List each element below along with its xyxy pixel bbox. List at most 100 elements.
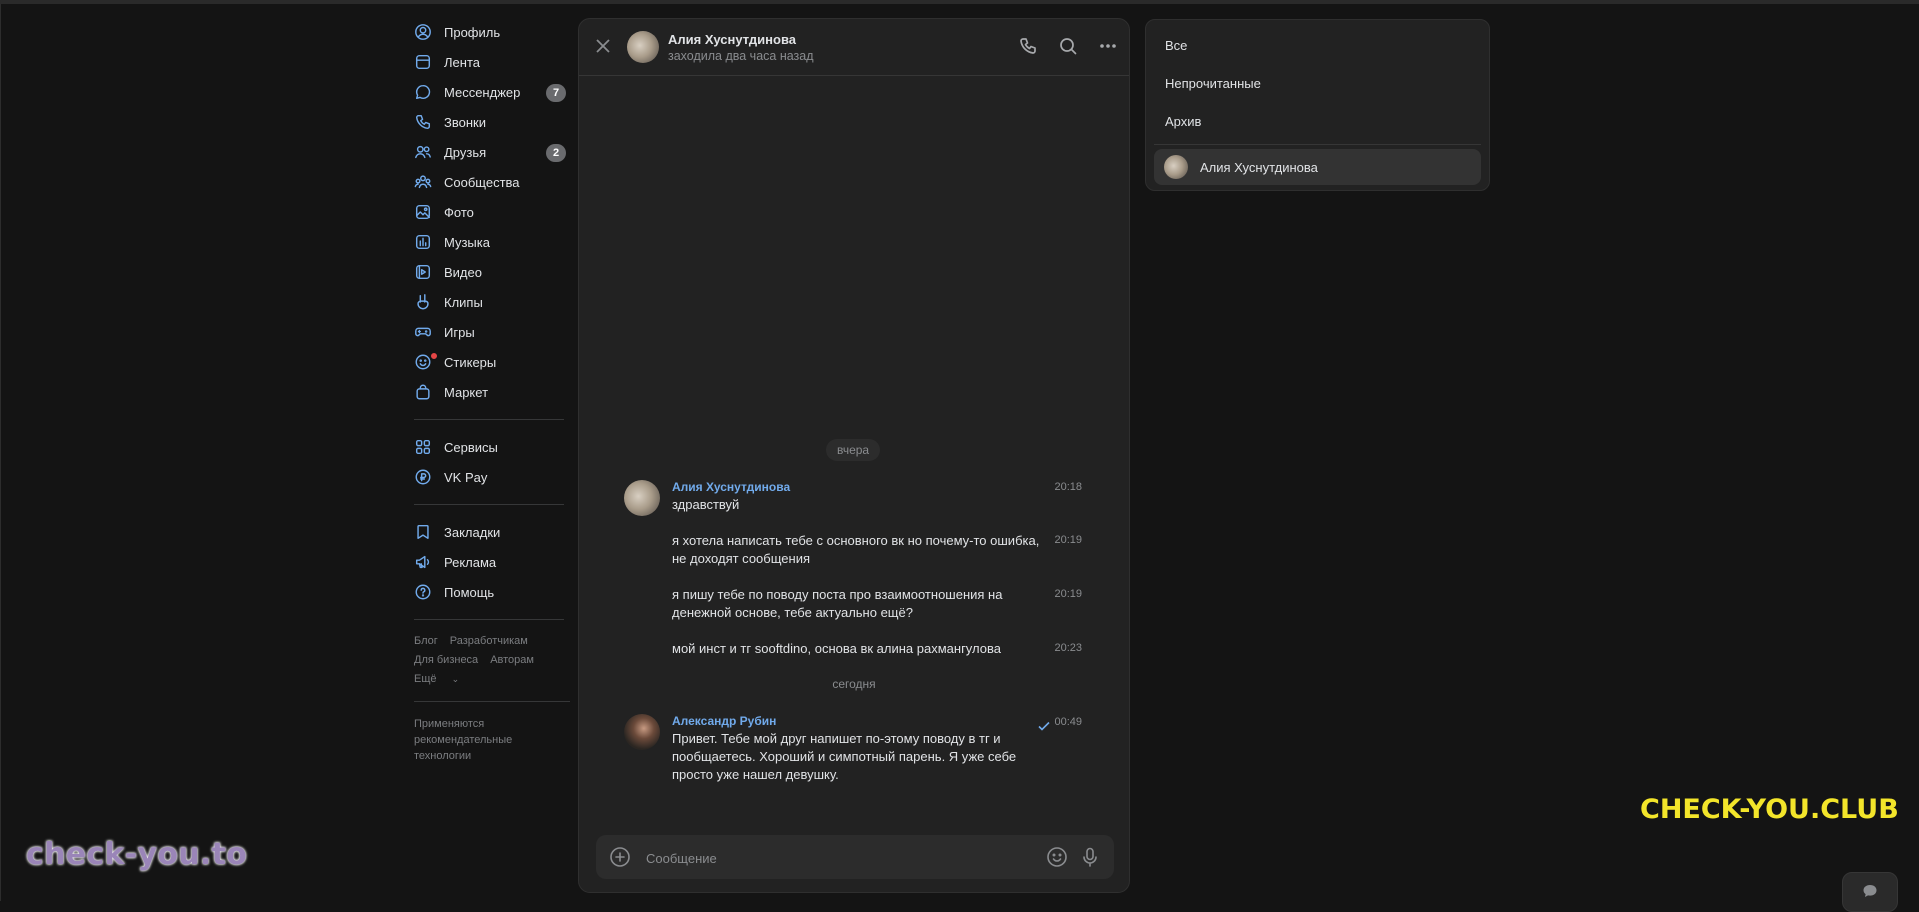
filter-unread[interactable]: Непрочитанные	[1165, 76, 1261, 91]
sidebar-item-vkpay[interactable]: VK Pay	[414, 462, 574, 492]
date-separator-yesterday: вчера	[826, 439, 881, 461]
more-options-button[interactable]	[1097, 35, 1119, 57]
help-icon	[414, 583, 432, 601]
sender-avatar[interactable]	[624, 480, 660, 516]
chat-bubble-icon	[1863, 885, 1877, 897]
message-input[interactable]	[644, 835, 1038, 881]
message-text: я пишу тебе по поводу поста про взаимоот…	[672, 587, 1003, 620]
footer-link-developers[interactable]: Разработчикам	[450, 635, 528, 647]
phone-icon	[414, 113, 432, 131]
communities-icon	[414, 173, 432, 191]
sidebar-item-games[interactable]: Игры	[414, 317, 574, 347]
phone-icon	[1020, 38, 1036, 54]
sidebar-item-label: Сервисы	[444, 439, 498, 455]
message-time: 20:19	[1054, 534, 1082, 546]
sidebar-item-music[interactable]: Музыка	[414, 227, 574, 257]
close-chat-button[interactable]	[593, 36, 613, 56]
footer-link-more[interactable]: Ещё ⌄	[414, 673, 471, 685]
contact-name[interactable]: Алия Хуснутдинова	[668, 32, 796, 47]
sender-avatar[interactable]	[624, 714, 660, 750]
feed-icon	[414, 53, 432, 71]
chat-widget-button[interactable]	[1842, 872, 1898, 912]
voice-message-button[interactable]	[1079, 846, 1101, 868]
smile-icon	[1047, 847, 1067, 867]
shopping-bag-icon	[414, 383, 432, 401]
message-time: 20:19	[1054, 588, 1082, 600]
sidebar-item-messenger[interactable]: Мессенджер 7	[414, 77, 574, 107]
active-conversation-item[interactable]: Алия Хуснутдинова	[1154, 149, 1481, 185]
message-sender-name[interactable]: Алия Хуснутдинова	[672, 480, 790, 494]
message-time: 20:23	[1054, 642, 1082, 654]
sidebar-item-profile[interactable]: Профиль	[414, 17, 574, 47]
message-sender-name[interactable]: Александр Рубин	[672, 714, 776, 728]
sidebar-item-label: Мессенджер	[444, 84, 521, 100]
sidebar-item-video[interactable]: Видео	[414, 257, 574, 287]
sidebar-separator	[414, 619, 564, 620]
footer-link-business[interactable]: Для бизнеса	[414, 654, 478, 666]
conversation-name: Алия Хуснутдинова	[1200, 159, 1318, 175]
attach-button[interactable]	[609, 846, 631, 868]
new-stickers-dot	[430, 352, 438, 360]
music-icon	[414, 233, 432, 251]
sidebar-item-label: Звонки	[444, 114, 486, 130]
megaphone-icon	[414, 553, 432, 571]
emoji-button[interactable]	[1046, 846, 1068, 868]
friends-request-badge: 2	[546, 144, 566, 162]
message-time: 20:18	[1054, 481, 1082, 493]
sidebar-item-label: Стикеры	[444, 354, 497, 370]
sidebar-item-label: Игры	[444, 324, 475, 340]
filter-archive[interactable]: Архив	[1165, 114, 1201, 129]
filter-all[interactable]: Все	[1165, 38, 1187, 53]
footer-link-authors[interactable]: Авторам	[490, 654, 534, 666]
message-time: 00:49	[1054, 716, 1082, 728]
microphone-icon	[1083, 847, 1097, 867]
sidebar-item-label: Друзья	[444, 144, 487, 160]
recommendation-tech-note[interactable]: Применяются рекомендательные технологии	[414, 716, 544, 764]
top-bar	[0, 0, 1919, 4]
footer-separator	[414, 701, 570, 702]
sidebar-item-label: Реклама	[444, 554, 497, 570]
search-in-chat-button[interactable]	[1057, 35, 1079, 57]
sidebar-item-label: Закладки	[444, 524, 501, 540]
call-button[interactable]	[1017, 35, 1039, 57]
contact-avatar[interactable]	[627, 31, 659, 63]
search-icon	[1060, 38, 1077, 55]
message-text: я хотела написать тебе с основного вк но…	[672, 533, 1040, 566]
sidebar-item-help[interactable]: Помощь	[414, 577, 574, 607]
sidebar-item-calls[interactable]: Звонки	[414, 107, 574, 137]
video-icon	[414, 263, 432, 281]
conversation-avatar	[1164, 155, 1188, 179]
plus-circle-icon	[610, 847, 630, 867]
footer-link-blog[interactable]: Блог	[414, 635, 438, 647]
sidebar-item-feed[interactable]: Лента	[414, 47, 574, 77]
more-dots-icon	[1100, 44, 1116, 48]
sidebar-item-bookmarks[interactable]: Закладки	[414, 517, 574, 547]
services-icon	[414, 438, 432, 456]
vkpay-icon	[414, 468, 432, 486]
friends-icon	[414, 143, 432, 161]
left-edge	[0, 4, 1, 901]
sidebar-item-photos[interactable]: Фото	[414, 197, 574, 227]
footer-more-label: Ещё	[414, 673, 437, 685]
clips-icon	[414, 293, 432, 311]
sidebar-item-friends[interactable]: Друзья 2	[414, 137, 574, 167]
sidebar-item-label: Помощь	[444, 584, 495, 600]
left-sidebar: Профиль Лента Мессенджер 7 Звонки Друзья…	[414, 17, 574, 764]
sidebar-item-communities[interactable]: Сообщества	[414, 167, 574, 197]
filter-separator	[1154, 144, 1481, 145]
contact-status: заходила два часа назад	[668, 49, 814, 63]
sidebar-item-label: Видео	[444, 264, 482, 280]
message-text: мой инст и тг sooftdino, основа вк алина…	[672, 641, 1001, 656]
message-composer	[596, 835, 1114, 881]
date-separator-today: сегодня	[832, 677, 876, 691]
sidebar-item-clips[interactable]: Клипы	[414, 287, 574, 317]
footer-links: Блог Разработчикам Для бизнеса Авторам Ещё…	[414, 632, 574, 689]
sidebar-item-services[interactable]: Сервисы	[414, 432, 574, 462]
sidebar-item-label: Лента	[444, 54, 480, 70]
sidebar-item-label: Музыка	[444, 234, 490, 250]
messenger-unread-badge: 7	[546, 84, 566, 102]
sidebar-item-market[interactable]: Маркет	[414, 377, 574, 407]
sidebar-item-stickers[interactable]: Стикеры	[414, 347, 574, 377]
chat-header: Алия Хуснутдинова заходила два часа наза…	[579, 19, 1129, 76]
sidebar-item-ads[interactable]: Реклама	[414, 547, 574, 577]
